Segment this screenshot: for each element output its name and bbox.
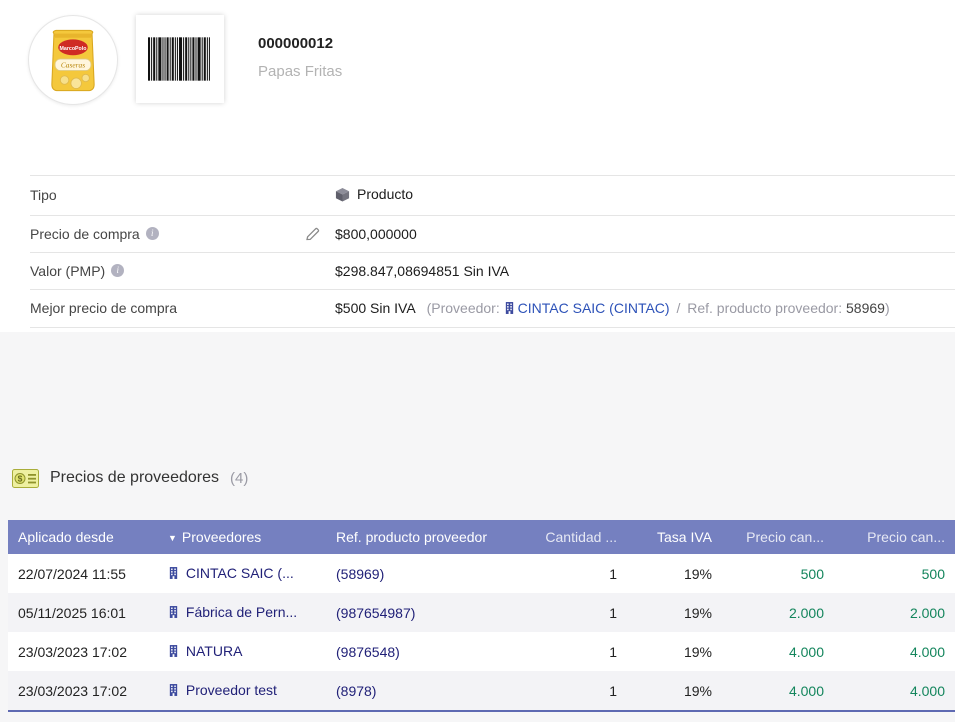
supplier-link[interactable]: NATURA (186, 643, 243, 659)
product-name: Papas Fritas (258, 63, 342, 80)
cell-quantity: 1 (522, 632, 627, 671)
page: MarcoPolo Caseras (0, 0, 955, 722)
column-header-suppliers[interactable]: Proveedores (158, 520, 326, 554)
cell-date: 05/11/2025 16:01 (8, 593, 158, 632)
supplier-prices-section: $ Precios de proveedores (4) Aplicado de… (0, 332, 955, 722)
table-row: 22/07/2024 11:55 CINTAC SAIC (... (58969… (8, 554, 955, 593)
svg-text:Caseras: Caseras (61, 60, 85, 69)
pencil-icon (305, 226, 321, 242)
product-ref: 000000012 (258, 35, 342, 52)
field-value-pmp: $298.847,08694851 Sin IVA (335, 252, 955, 289)
cell-supplier-ref: (987654987) (326, 593, 522, 632)
product-card: MarcoPolo Caseras (0, 0, 955, 332)
cell-supplier-ref: (8978) (326, 671, 522, 711)
field-label-pmp: Valor (PMP) (30, 252, 335, 289)
cell-supplier: Proveedor test (158, 671, 326, 711)
cell-price-1: 4.000 (722, 632, 834, 671)
cell-price-2: 2.000 (834, 593, 955, 632)
product-photo[interactable]: MarcoPolo Caseras (28, 15, 118, 105)
cell-vat: 19% (627, 593, 722, 632)
column-header-applied-date[interactable]: Aplicado desde (8, 520, 158, 554)
best-price-ref-value: 58969 (846, 300, 885, 316)
field-row-buy-price: Precio de compra $800,000000 (30, 215, 955, 252)
cell-price-1: 4.000 (722, 671, 834, 711)
field-label-buy-price: Precio de compra (30, 215, 335, 252)
cell-price-2: 4.000 (834, 632, 955, 671)
cell-quantity: 1 (522, 554, 627, 593)
building-icon (168, 683, 179, 699)
field-value-best-price: $500 Sin IVA (Proveedor: (335, 289, 955, 327)
field-value-type: Producto (335, 176, 955, 216)
column-header-supplier-ref[interactable]: Ref. producto proveedor (326, 520, 522, 554)
sort-desc-icon (168, 533, 177, 543)
cell-quantity: 1 (522, 593, 627, 632)
supplier-link[interactable]: Proveedor test (186, 682, 277, 698)
field-row-best-price: Mejor precio de compra $500 Sin IVA (Pro… (30, 289, 955, 327)
supplier-ref-link[interactable]: (987654987) (336, 605, 415, 621)
cell-date: 23/03/2023 17:02 (8, 632, 158, 671)
barcode-image[interactable] (136, 15, 224, 103)
building-icon (168, 644, 179, 660)
supplier-ref-link[interactable]: (8978) (336, 683, 376, 699)
cell-supplier: Fábrica de Pern... (158, 593, 326, 632)
barcode-bars (148, 36, 212, 82)
svg-text:MarcoPolo: MarcoPolo (60, 46, 88, 52)
product-fields-table: Tipo Producto (30, 175, 955, 328)
column-header-vat-rate[interactable]: Tasa IVA (627, 520, 722, 554)
cell-date: 22/07/2024 11:55 (8, 554, 158, 593)
cell-price-2: 500 (834, 554, 955, 593)
cell-quantity: 1 (522, 671, 627, 711)
column-header-price-2[interactable]: Precio can... (834, 520, 955, 554)
cell-supplier-ref: (9876548) (326, 632, 522, 671)
supplier-link[interactable]: Fábrica de Pern... (186, 604, 297, 620)
cube-icon (335, 187, 350, 202)
supplier-prices-table: Aplicado desde Proveedores Ref. producto… (8, 520, 955, 712)
svg-text:$: $ (18, 473, 23, 483)
table-row: 23/03/2023 17:02 NATURA (9876548) 1 19% … (8, 632, 955, 671)
cell-date: 23/03/2023 17:02 (8, 671, 158, 711)
section-title: Precios de proveedores (50, 469, 219, 487)
column-header-price-1[interactable]: Precio can... (722, 520, 834, 554)
cell-vat: 19% (627, 554, 722, 593)
table-header-row: Aplicado desde Proveedores Ref. producto… (8, 520, 955, 554)
field-label-type: Tipo (30, 176, 335, 216)
field-value-buy-price: $800,000000 (335, 215, 955, 252)
supplier-link[interactable]: CINTAC SAIC (... (186, 565, 294, 581)
cell-supplier-ref: (58969) (326, 554, 522, 593)
best-price-extra: (Proveedor: CINTAC SAIC (CINTAC) (419, 300, 890, 316)
info-icon (146, 227, 159, 240)
supplier-ref-link[interactable]: (58969) (336, 566, 384, 582)
building-icon (168, 566, 179, 582)
table-row: 23/03/2023 17:02 Proveedor test (8978) 1… (8, 671, 955, 711)
product-titles: 000000012 Papas Fritas (258, 15, 342, 80)
field-row-type: Tipo Producto (30, 176, 955, 216)
building-icon (504, 301, 515, 317)
cell-price-1: 500 (722, 554, 834, 593)
edit-buy-price-button[interactable] (305, 226, 321, 242)
field-row-pmp: Valor (PMP) $298.847,08694851 Sin IVA (30, 252, 955, 289)
table-row: 05/11/2025 16:01 Fábrica de Pern... (987… (8, 593, 955, 632)
cell-price-2: 4.000 (834, 671, 955, 711)
column-header-quantity[interactable]: Cantidad ... (522, 520, 627, 554)
money-bill-icon: $ (12, 469, 39, 488)
section-count: (4) (230, 470, 248, 487)
info-icon (111, 264, 124, 277)
cell-supplier: NATURA (158, 632, 326, 671)
field-label-best-price: Mejor precio de compra (30, 289, 335, 327)
cell-vat: 19% (627, 671, 722, 711)
chips-bag-image: MarcoPolo Caseras (40, 23, 106, 97)
best-price-value: $500 Sin IVA (335, 300, 415, 316)
building-icon (168, 605, 179, 621)
cell-price-1: 2.000 (722, 593, 834, 632)
product-header: MarcoPolo Caseras (28, 15, 955, 105)
cell-supplier: CINTAC SAIC (... (158, 554, 326, 593)
section-header: $ Precios de proveedores (4) (0, 464, 955, 492)
best-price-supplier-link[interactable]: CINTAC SAIC (CINTAC) (518, 300, 670, 316)
cell-vat: 19% (627, 632, 722, 671)
supplier-ref-link[interactable]: (9876548) (336, 644, 400, 660)
